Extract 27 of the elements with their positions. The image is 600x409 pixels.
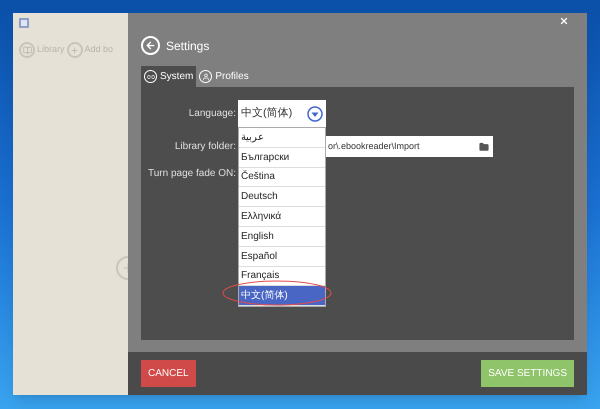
language-option[interactable]: Español — [239, 246, 325, 267]
language-option[interactable]: English — [239, 226, 325, 247]
close-icon — [559, 16, 569, 26]
cancel-button[interactable]: CANCEL — [141, 360, 196, 387]
language-option[interactable]: Български — [239, 148, 325, 168]
language-dropdown[interactable]: 中文(简体) — [238, 100, 326, 127]
folder-icon — [479, 142, 489, 152]
link-icon — [144, 70, 157, 83]
language-option[interactable]: Čeština — [239, 168, 325, 188]
tab[interactable]: Profiles — [196, 66, 252, 87]
field-label: Language: — [188, 107, 237, 121]
back-button[interactable] — [141, 36, 160, 55]
book-icon — [19, 42, 35, 58]
language-option[interactable]: Ελληνικά — [239, 207, 325, 227]
plus-icon — [66, 42, 83, 58]
close-button[interactable] — [559, 16, 569, 26]
language-option[interactable]: عربية — [239, 128, 325, 148]
field-label: Library folder: — [174, 140, 237, 154]
tab[interactable]: System — [141, 66, 196, 87]
settings-title: Settings — [166, 38, 210, 54]
user-icon — [199, 70, 212, 83]
app-icon — [19, 18, 29, 28]
folder-path-field[interactable]: or\.ebookreader\Import — [326, 136, 493, 157]
arrow-left-icon — [145, 40, 156, 51]
field-label: Turn page fade ON: — [146, 166, 237, 180]
language-option[interactable]: 中文(简体) — [239, 286, 325, 306]
language-option[interactable]: Deutsch — [239, 187, 325, 208]
